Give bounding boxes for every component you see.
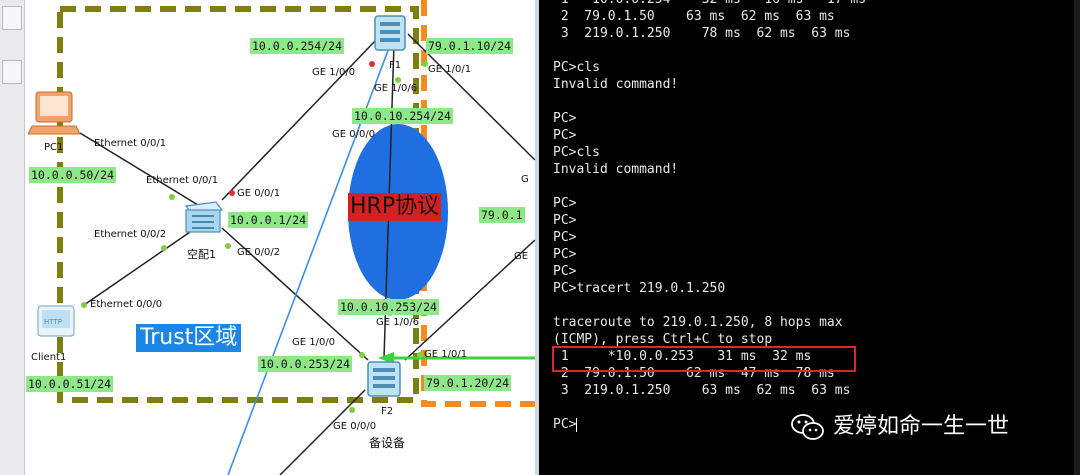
ip-tag-f2-inside: 10.0.0.253/24 <box>258 356 353 372</box>
terminal-line: 3 219.0.1.250 78 ms 62 ms 63 ms <box>553 26 851 41</box>
client1-icon[interactable]: HTTP <box>28 302 78 346</box>
topology-canvas[interactable]: HTTP F1 F2 空配1 PC1 Client1 备设备 10.0.0.25… <box>0 0 535 475</box>
switch-label: 空配1 <box>187 248 216 261</box>
terminal-line: PC> <box>553 128 577 143</box>
watermark: 爱婷如命一生一世 <box>790 408 1009 442</box>
highlight-box <box>552 346 856 372</box>
port-label: Ethernet 0/0/1 <box>146 175 219 186</box>
port-label: G <box>521 174 529 185</box>
pc1-label: PC1 <box>44 142 64 153</box>
f2-role-label: 备设备 <box>369 436 406 450</box>
terminal-scrollbar[interactable] <box>1074 0 1080 475</box>
terminal-line: traceroute to 219.0.1.250, 8 hops max <box>553 315 843 330</box>
port-label: GE 1/0/6 <box>374 83 418 94</box>
f1-label: F1 <box>389 60 402 71</box>
terminal-line: PC> <box>553 264 577 279</box>
port-label: GE <box>514 251 529 262</box>
ip-tag-f1-hrp: 10.0.10.254/24 <box>352 108 453 124</box>
port-label: Ethernet 0/0/1 <box>94 138 167 149</box>
ip-tag-right: 79.0.1 <box>479 207 525 223</box>
terminal-window[interactable]: 1 10.0.0.254 32 ms 16 ms 17 ms 2 79.0.1.… <box>535 0 1080 475</box>
port-label: GE 0/0/0 <box>332 129 376 140</box>
port-label: GE 0/0/0 <box>333 421 377 432</box>
terminal-line: PC> <box>553 196 577 211</box>
switch-icon[interactable] <box>182 198 226 238</box>
text-cursor <box>576 418 578 432</box>
trust-zone-tag: Trust区域 <box>136 324 242 352</box>
terminal-line: PC> <box>553 230 577 245</box>
terminal-line: PC>tracert 219.0.1.250 <box>553 281 726 296</box>
terminal-line: 1 10.0.0.254 32 ms 16 ms 17 ms <box>553 0 866 8</box>
ip-tag-f2-hrp: 10.0.10.253/24 <box>338 299 439 315</box>
terminal-line: PC> <box>553 247 577 262</box>
firewall-f1-icon[interactable] <box>373 12 409 54</box>
port-label: Ethernet 0/0/2 <box>94 229 167 240</box>
port-label: GE 1/0/1 <box>424 349 468 360</box>
firewall-f2-icon[interactable] <box>365 358 405 400</box>
pc1-icon[interactable] <box>28 88 84 140</box>
terminal-line: PC> <box>553 111 577 126</box>
ip-tag-switch: 10.0.0.1/24 <box>228 212 309 228</box>
port-label: GE 0/0/1 <box>237 188 281 199</box>
terminal-line: Invalid command! <box>553 77 679 92</box>
port-label: Ethernet 0/0/0 <box>90 299 163 310</box>
svg-text:HTTP: HTTP <box>44 318 62 326</box>
terminal-line: PC> <box>553 213 577 228</box>
ip-tag-f1-outside: 79.0.1.10/24 <box>426 38 514 54</box>
port-label: GE 1/0/6 <box>376 317 420 328</box>
terminal-line: 2 79.0.1.50 63 ms 62 ms 63 ms <box>553 9 835 24</box>
watermark-text: 爱婷如命一生一世 <box>833 414 1010 439</box>
link-client-sw <box>83 231 191 306</box>
terminal-line: 3 219.0.1.250 63 ms 62 ms 63 ms <box>553 383 851 398</box>
port-label: GE 1/0/0 <box>312 67 356 78</box>
f2-label: F2 <box>381 406 394 417</box>
port-label: GE 1/0/0 <box>292 337 336 348</box>
terminal-line: PC> <box>553 417 577 432</box>
ip-tag-client1: 10.0.0.51/24 <box>26 376 114 392</box>
terminal-line: PC>cls <box>553 145 600 160</box>
hrp-tag: HRP协议 <box>348 193 442 221</box>
terminal-line: Invalid command! <box>553 162 679 177</box>
terminal-line: PC>cls <box>553 60 600 75</box>
client1-label: Client1 <box>31 352 67 363</box>
port-label: GE 0/0/2 <box>237 247 281 258</box>
wechat-icon <box>791 414 824 440</box>
port-label: GE 1/0/1 <box>428 64 472 75</box>
ip-tag-f1-inside: 10.0.0.254/24 <box>250 38 345 54</box>
ip-tag-f2-outside: 79.0.1.20/24 <box>424 375 512 391</box>
ip-tag-pc1: 10.0.0.50/24 <box>29 167 117 183</box>
